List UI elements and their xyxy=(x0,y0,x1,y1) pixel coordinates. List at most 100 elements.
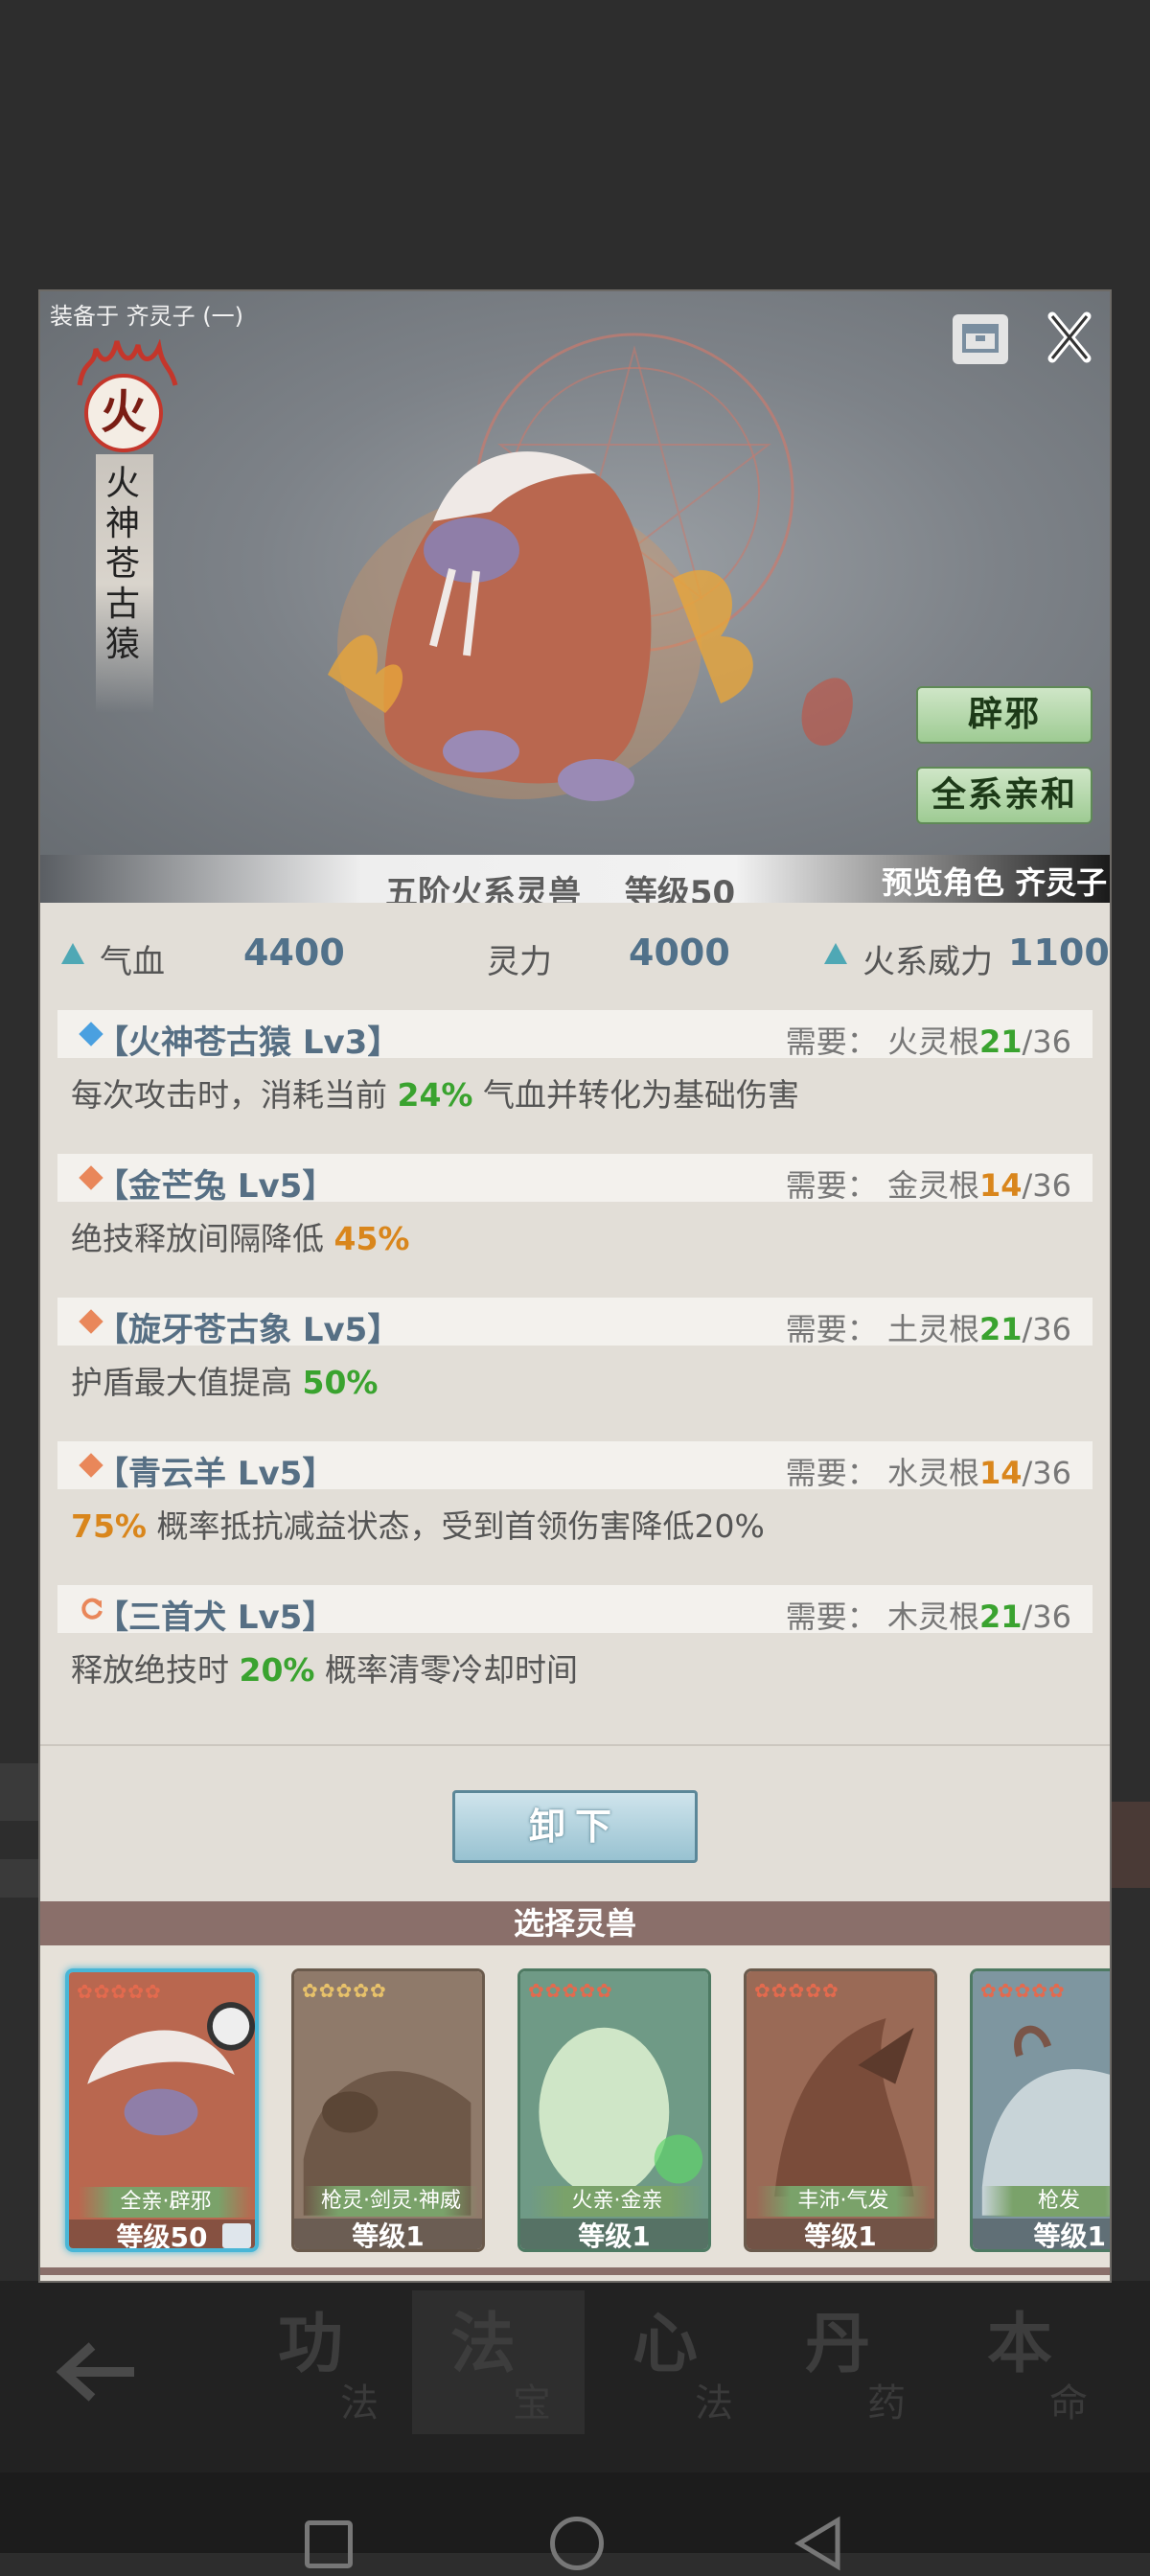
req-prefix: 需要： 木灵根 xyxy=(785,1598,979,1635)
back-arrow-icon[interactable] xyxy=(54,2338,140,2405)
bg-left-strip xyxy=(0,1763,38,1821)
star-rating: ✿✿✿✿✿ xyxy=(528,1979,613,2002)
back-icon[interactable] xyxy=(792,2515,845,2576)
desc-highlight: 50% xyxy=(302,1364,379,1401)
nav-tab-fabao[interactable]: 法宝 xyxy=(412,2290,585,2434)
stat-label-fire-power: 火系威力 xyxy=(862,943,993,981)
desc-pre: 释放绝技时 xyxy=(71,1651,240,1689)
divider xyxy=(40,1744,1110,1746)
desc-highlight: 75% xyxy=(71,1507,147,1545)
desc-highlight: 24% xyxy=(397,1076,473,1114)
skill-description: 绝技释放间隔降低 45% xyxy=(71,1213,410,1259)
skill-header: 【青云羊 Lv5】 需要： 水灵根14/36 xyxy=(58,1441,1092,1493)
req-max: /36 xyxy=(1022,1598,1072,1635)
home-icon[interactable] xyxy=(550,2517,604,2570)
info-card-icon[interactable] xyxy=(953,314,1008,364)
bg-left-strip xyxy=(0,1859,38,1898)
req-max: /36 xyxy=(1022,1311,1072,1347)
desc-highlight: 45% xyxy=(334,1220,410,1257)
req-current: 21 xyxy=(978,1024,1023,1060)
stat-value-mana: 4000 xyxy=(629,932,730,974)
star-rating: ✿✿✿✿✿ xyxy=(77,1980,162,2003)
nav-tab-xinfa[interactable]: 心法 xyxy=(594,2290,767,2434)
nav-sub: 法 xyxy=(340,2381,379,2426)
skill-requirement: 需要： 土灵根21/36 xyxy=(786,1305,1071,1349)
nav-tab-benming[interactable]: 本命 xyxy=(949,2290,1121,2434)
nav-tab-danyao[interactable]: 丹药 xyxy=(767,2290,939,2434)
desc-post: 概率抵抗减益状态，受到首领伤害降低20% xyxy=(147,1507,765,1545)
skill-title: 【青云羊 Lv5】 xyxy=(96,1455,335,1493)
desc-pre: 护盾最大值提高 xyxy=(71,1364,303,1401)
nav-main: 本 xyxy=(987,2307,1053,2382)
equipped-icon xyxy=(222,2223,251,2248)
star-rating: ✿✿✿✿✿ xyxy=(754,1979,840,2002)
req-prefix: 需要： 土灵根 xyxy=(785,1311,979,1347)
req-prefix: 需要： 金灵根 xyxy=(785,1167,979,1204)
preview-character[interactable]: 预览角色 齐灵子 xyxy=(882,859,1107,903)
select-beast-header: 选择灵兽 xyxy=(40,1901,1110,1945)
skill-title: 【旋牙苍古象 Lv5】 xyxy=(96,1311,401,1349)
beast-card-tags: 全亲·辟邪 xyxy=(79,2187,253,2218)
trait-button[interactable]: 辟邪 xyxy=(916,686,1092,744)
beast-artwork xyxy=(328,333,853,801)
hero-banner: 装备于 齐灵子 (一) 火 火神苍古猿 辟邪 全系亲和 五阶火系灵兽 等级50 … xyxy=(40,291,1110,903)
skill-header: 【三首犬 Lv5】 需要： 木灵根21/36 xyxy=(58,1585,1092,1637)
nav-sub: 命 xyxy=(1049,2381,1088,2426)
stat-value-hp: 4400 xyxy=(243,932,345,974)
nav-main: 功 xyxy=(278,2307,344,2382)
nav-sub: 宝 xyxy=(513,2381,551,2426)
beast-card[interactable]: ✿✿✿✿✿ 丰沛·气发 等级1 xyxy=(744,1968,937,2252)
bg-right-panel xyxy=(1112,1802,1150,1888)
req-max: /36 xyxy=(1022,1455,1072,1491)
beast-detail-modal: 装备于 齐灵子 (一) 火 火神苍古猿 辟邪 全系亲和 五阶火系灵兽 等级50 … xyxy=(38,289,1112,2283)
skill-requirement: 需要： 木灵根21/36 xyxy=(786,1593,1071,1637)
beast-card[interactable]: ✿✿✿✿✿ 火亲·金亲 等级1 xyxy=(518,1968,711,2252)
beast-card-level: 等级1 xyxy=(294,2219,482,2249)
desc-highlight: 20% xyxy=(239,1651,315,1689)
beast-card-level: 等级1 xyxy=(973,2219,1110,2249)
skill-requirement: 需要： 金灵根14/36 xyxy=(786,1162,1071,1206)
beast-card-level: 等级1 xyxy=(520,2219,708,2249)
skill-requirement: 需要： 水灵根14/36 xyxy=(786,1449,1071,1493)
req-current: 14 xyxy=(978,1455,1023,1491)
close-icon[interactable] xyxy=(1043,309,1096,366)
skill-header: 【旋牙苍古象 Lv5】 需要： 土灵根21/36 xyxy=(58,1298,1092,1349)
skill-header: 【火神苍古猿 Lv3】 需要： 火灵根21/36 xyxy=(58,1010,1092,1062)
desc-pre: 每次攻击时，消耗当前 xyxy=(71,1076,398,1114)
nav-tab-gongfa[interactable]: 功法 xyxy=(240,2290,412,2434)
unload-button[interactable]: 卸下 xyxy=(452,1790,698,1863)
trait-button[interactable]: 全系亲和 xyxy=(916,767,1092,824)
beast-card-tags: 丰沛·气发 xyxy=(756,2186,931,2217)
recents-icon[interactable] xyxy=(305,2520,353,2568)
nav-main: 法 xyxy=(450,2307,517,2382)
stat-label-mana: 灵力 xyxy=(487,943,552,981)
req-prefix: 需要： 水灵根 xyxy=(785,1455,979,1491)
req-current: 21 xyxy=(978,1598,1023,1635)
beast-card-tags: 枪灵·剑灵·神威 xyxy=(304,2186,478,2217)
skill-title: 【金芒兔 Lv5】 xyxy=(96,1167,335,1206)
skill-title: 【火神苍古猿 Lv3】 xyxy=(96,1024,401,1062)
beast-card[interactable]: ✿✿✿✿✿ 枪发 等级1 xyxy=(970,1968,1110,2252)
nav-sub: 药 xyxy=(867,2381,906,2426)
beast-card[interactable]: ✿✿✿✿✿ 枪灵·剑灵·神威 等级1 xyxy=(291,1968,485,2252)
beast-rank-level: 五阶火系灵兽 等级50 xyxy=(385,874,736,903)
stat-value-fire-power: 1100 xyxy=(1008,932,1110,974)
desc-post: 气血并转化为基础伤害 xyxy=(472,1076,799,1114)
skill-description: 释放绝技时 20% 概率清零冷却时间 xyxy=(71,1644,578,1690)
skill-description: 每次攻击时，消耗当前 24% 气血并转化为基础伤害 xyxy=(71,1070,799,1116)
skill-description: 75% 概率抵抗减益状态，受到首领伤害降低20% xyxy=(71,1501,765,1547)
stat-label-hp: 气血 xyxy=(100,943,165,981)
stat-up-icon xyxy=(824,943,847,964)
beast-name: 火神苍古猿 xyxy=(104,464,140,664)
req-current: 14 xyxy=(978,1167,1023,1204)
beast-card[interactable]: ✿✿✿✿✿ 全亲·辟邪 等级50 xyxy=(65,1968,259,2252)
nav-main: 心 xyxy=(632,2307,699,2382)
beast-card-level: 等级1 xyxy=(747,2219,934,2249)
desc-pre: 绝技释放间隔降低 xyxy=(71,1220,334,1257)
req-max: /36 xyxy=(1022,1024,1072,1060)
star-rating: ✿✿✿✿✿ xyxy=(980,1979,1066,2002)
req-max: /36 xyxy=(1022,1167,1072,1204)
star-rating: ✿✿✿✿✿ xyxy=(302,1979,387,2002)
req-prefix: 需要： 火灵根 xyxy=(785,1024,979,1060)
equipped-on-label: 装备于 齐灵子 (一) xyxy=(50,303,243,330)
